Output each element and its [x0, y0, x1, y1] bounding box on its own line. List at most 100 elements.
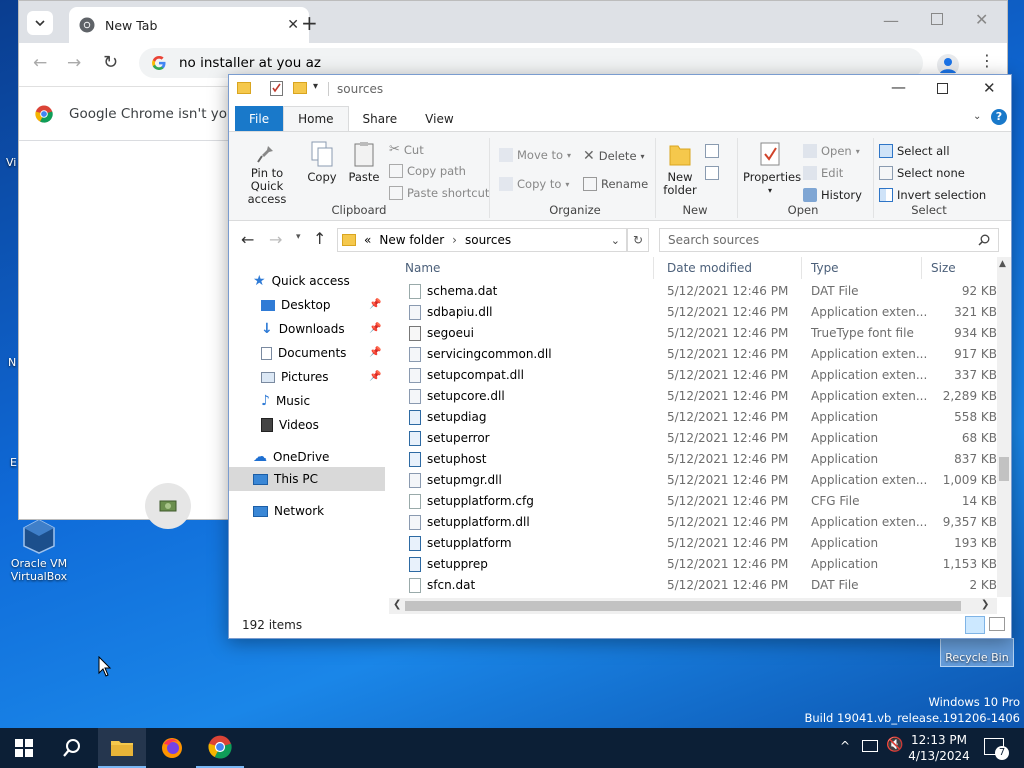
address-bar[interactable]: « New folder › sources ⌄ — [337, 228, 627, 252]
copy-path-button[interactable]: Copy path — [389, 164, 466, 178]
file-row[interactable]: setupcore.dll 5/12/2021 12:46 PM Applicati… — [397, 386, 997, 407]
file-row[interactable]: sdbapiu.dll 5/12/2021 12:46 PM Application… — [397, 302, 997, 323]
back-button[interactable]: ← — [33, 53, 47, 73]
file-row[interactable]: setuperror 5/12/2021 12:46 PM Application 6… — [397, 428, 997, 449]
nav-forward-button[interactable]: → — [269, 230, 282, 249]
scroll-up-icon[interactable]: ▲ — [999, 259, 1006, 269]
file-row[interactable]: setupmgr.dll 5/12/2021 12:46 PM Applicatio… — [397, 470, 997, 491]
column-name[interactable]: Name — [405, 261, 440, 275]
properties-qat-icon[interactable] — [270, 81, 283, 96]
details-view-button[interactable] — [965, 616, 985, 634]
vertical-scroll-thumb[interactable] — [999, 457, 1009, 481]
cut-button[interactable]: ✂ Cut — [389, 142, 424, 157]
qat-dropdown-icon[interactable]: ▾ — [313, 81, 318, 92]
properties-button[interactable]: Properties ▾ — [743, 140, 801, 197]
ribbon-expand-icon[interactable]: ⌄ — [973, 111, 981, 122]
new-item-icon[interactable] — [705, 144, 719, 158]
history-button[interactable]: History — [803, 188, 862, 202]
file-row[interactable]: setupprep 5/12/2021 12:46 PM Application 1,… — [397, 554, 997, 575]
network-tray-icon[interactable] — [862, 740, 878, 752]
invert-selection-button[interactable]: Invert selection — [879, 188, 986, 202]
scroll-left-icon[interactable]: ❮ — [393, 599, 401, 610]
volume-muted-icon[interactable]: 🔇 — [886, 737, 903, 753]
refresh-button[interactable]: ↻ — [627, 228, 649, 252]
nav-network[interactable]: Network — [253, 500, 324, 522]
column-divider[interactable] — [921, 257, 922, 279]
floating-extension-button[interactable] — [145, 483, 191, 529]
nav-downloads[interactable]: ↓ Downloads — [261, 318, 345, 340]
file-row[interactable]: setupplatform.cfg 5/12/2021 12:46 PM CFG F… — [397, 491, 997, 512]
file-row[interactable]: sfcn.dat 5/12/2021 12:46 PM DAT File 2 KB — [397, 575, 997, 596]
desktop-icon-partial-2[interactable]: N — [8, 356, 16, 369]
taskbar-firefox[interactable] — [148, 728, 196, 768]
column-divider[interactable] — [653, 257, 654, 279]
address-dropdown-icon[interactable]: ⌄ — [611, 234, 620, 247]
horizontal-scroll-thumb[interactable] — [405, 601, 961, 611]
nav-desktop[interactable]: Desktop — [261, 294, 331, 316]
breadcrumb-sources[interactable]: sources — [465, 233, 511, 247]
desktop-icon-virtualbox[interactable]: Oracle VM VirtualBox — [4, 518, 74, 583]
desktop-icon-partial-1[interactable]: Vi — [6, 156, 16, 169]
explorer-maximize-button[interactable] — [937, 83, 948, 94]
reload-button[interactable]: ↻ — [103, 52, 118, 73]
recent-locations-icon[interactable]: ▾ — [296, 232, 301, 242]
help-icon[interactable]: ? — [991, 109, 1007, 125]
nav-music[interactable]: ♪ Music — [261, 390, 310, 412]
scroll-right-icon[interactable]: ❯ — [981, 599, 989, 610]
nav-this-pc[interactable]: This PC — [253, 468, 318, 490]
clock[interactable]: 12:13 PM 4/13/2024 — [908, 732, 970, 764]
vertical-scrollbar[interactable]: ▲ — [997, 257, 1011, 597]
file-row[interactable]: setupdiag 5/12/2021 12:46 PM Application 55… — [397, 407, 997, 428]
rename-button[interactable]: Rename — [583, 177, 648, 191]
new-folder-qat-icon[interactable] — [293, 82, 307, 94]
action-center-button[interactable]: 7 — [984, 738, 1009, 760]
chrome-menu-icon[interactable]: ⋮ — [979, 51, 995, 70]
select-none-button[interactable]: Select none — [879, 166, 965, 180]
delete-button[interactable]: ✕ Delete ▾ — [583, 148, 645, 164]
copy-to-button[interactable]: Copy to ▾ — [499, 177, 569, 191]
new-tab-button[interactable]: + — [301, 11, 318, 35]
search-taskbar-button[interactable] — [48, 728, 96, 768]
paste-shortcut-button[interactable]: Paste shortcut — [389, 186, 489, 200]
column-divider[interactable] — [801, 257, 802, 279]
explorer-minimize-button[interactable]: — — [891, 78, 906, 96]
address-overflow[interactable]: « — [364, 233, 371, 247]
profile-avatar[interactable] — [937, 54, 959, 76]
move-to-button[interactable]: Move to ▾ — [499, 148, 571, 162]
show-hidden-icons-button[interactable]: ^ — [840, 739, 850, 753]
file-row[interactable]: setupplatform.dll 5/12/2021 12:46 PM Appli… — [397, 512, 997, 533]
chrome-tab-new-tab[interactable]: New Tab ✕ — [69, 7, 309, 43]
file-row[interactable]: servicingcommon.dll 5/12/2021 12:46 PM App… — [397, 344, 997, 365]
nav-up-button[interactable]: ↑ — [313, 229, 326, 248]
maximize-button[interactable] — [931, 13, 943, 25]
explorer-close-button[interactable]: ✕ — [983, 79, 996, 97]
file-row[interactable]: setuphost 5/12/2021 12:46 PM Application 83… — [397, 449, 997, 470]
column-size[interactable]: Size — [931, 261, 956, 275]
paste-button[interactable]: Paste — [345, 140, 383, 184]
nav-documents[interactable]: Documents — [261, 342, 346, 364]
taskbar-chrome[interactable] — [196, 728, 244, 768]
tab-share[interactable]: Share — [349, 106, 412, 131]
file-row[interactable]: setupplatform 5/12/2021 12:46 PM Applicati… — [397, 533, 997, 554]
desktop-icon-partial-3[interactable]: E — [10, 456, 17, 469]
minimize-button[interactable]: — — [883, 11, 899, 30]
copy-button[interactable]: Copy — [303, 140, 341, 184]
select-all-button[interactable]: Select all — [879, 144, 950, 158]
column-type[interactable]: Type — [811, 261, 839, 275]
new-folder-button[interactable]: New folder — [659, 140, 701, 197]
search-box[interactable]: Search sources — [659, 228, 999, 252]
breadcrumb-new-folder[interactable]: New folder — [379, 233, 444, 247]
file-row[interactable]: setupcompat.dll 5/12/2021 12:46 PM Applica… — [397, 365, 997, 386]
nav-videos[interactable]: Videos — [261, 414, 319, 436]
easy-access-icon[interactable] — [705, 166, 719, 180]
nav-back-button[interactable]: ← — [241, 230, 254, 249]
tab-file[interactable]: File — [235, 106, 284, 131]
close-button[interactable]: ✕ — [975, 10, 988, 29]
file-row[interactable]: schema.dat 5/12/2021 12:46 PM DAT File 92 K… — [397, 281, 997, 302]
nav-onedrive[interactable]: ☁ OneDrive — [253, 446, 329, 468]
edit-button[interactable]: Edit — [803, 166, 843, 180]
forward-button[interactable]: → — [67, 53, 81, 73]
desktop-icon-recycle-bin[interactable]: Recycle Bin — [940, 638, 1014, 667]
tab-close-icon[interactable]: ✕ — [287, 17, 299, 33]
tab-search-button[interactable] — [27, 11, 53, 35]
